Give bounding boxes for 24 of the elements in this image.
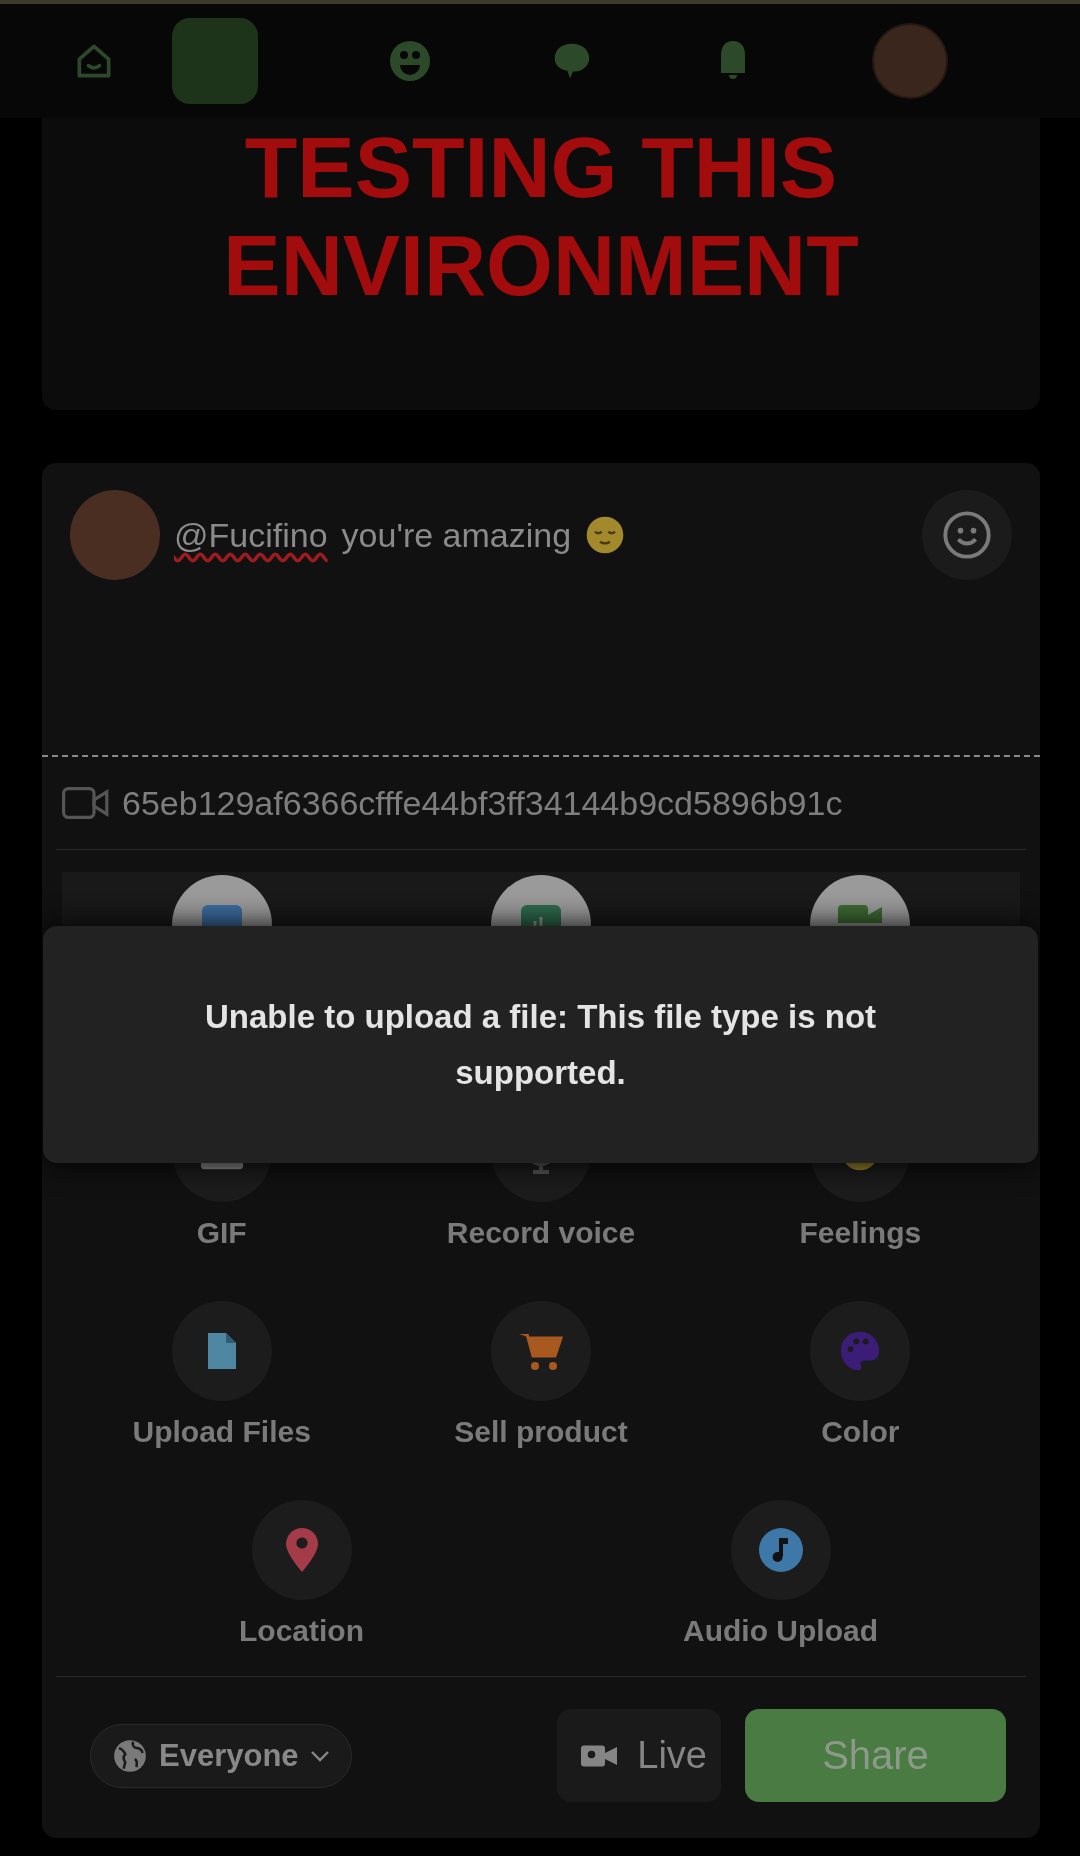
file-name: 65eb129af6366cfffe44bf3ff34144b9cd5896b91c: [122, 783, 843, 823]
banner-title: TESTING THIS ENVIRONMENT: [222, 118, 860, 314]
chevron-down-icon: [308, 1748, 331, 1763]
post-text: you're amazing: [341, 515, 572, 555]
action-label: GIF: [196, 1215, 247, 1251]
video-camera-icon: [838, 905, 883, 923]
action-label: Feelings: [799, 1215, 922, 1251]
action-label: Upload Files: [132, 1414, 311, 1450]
mention-link[interactable]: @Fucifino: [174, 515, 328, 555]
relieved-face-icon: [585, 515, 626, 555]
video-camera-icon: [62, 787, 110, 819]
action-label: Audio Upload: [683, 1613, 878, 1649]
audience-dropdown[interactable]: Everyone: [90, 1723, 352, 1788]
smiley-icon: [941, 509, 993, 561]
action-label: Record voice: [446, 1215, 636, 1251]
chart-icon: [521, 905, 561, 927]
image-icon: [201, 905, 242, 927]
live-button[interactable]: Live: [557, 1709, 721, 1802]
location-pin-icon: [283, 1526, 320, 1574]
action-label: Color: [821, 1414, 900, 1450]
action-label: Sell product: [454, 1414, 628, 1450]
error-message: Unable to upload a file: This file type is not supported.: [203, 996, 878, 1093]
action-label: Location: [239, 1613, 364, 1649]
music-note-icon: [756, 1526, 805, 1574]
